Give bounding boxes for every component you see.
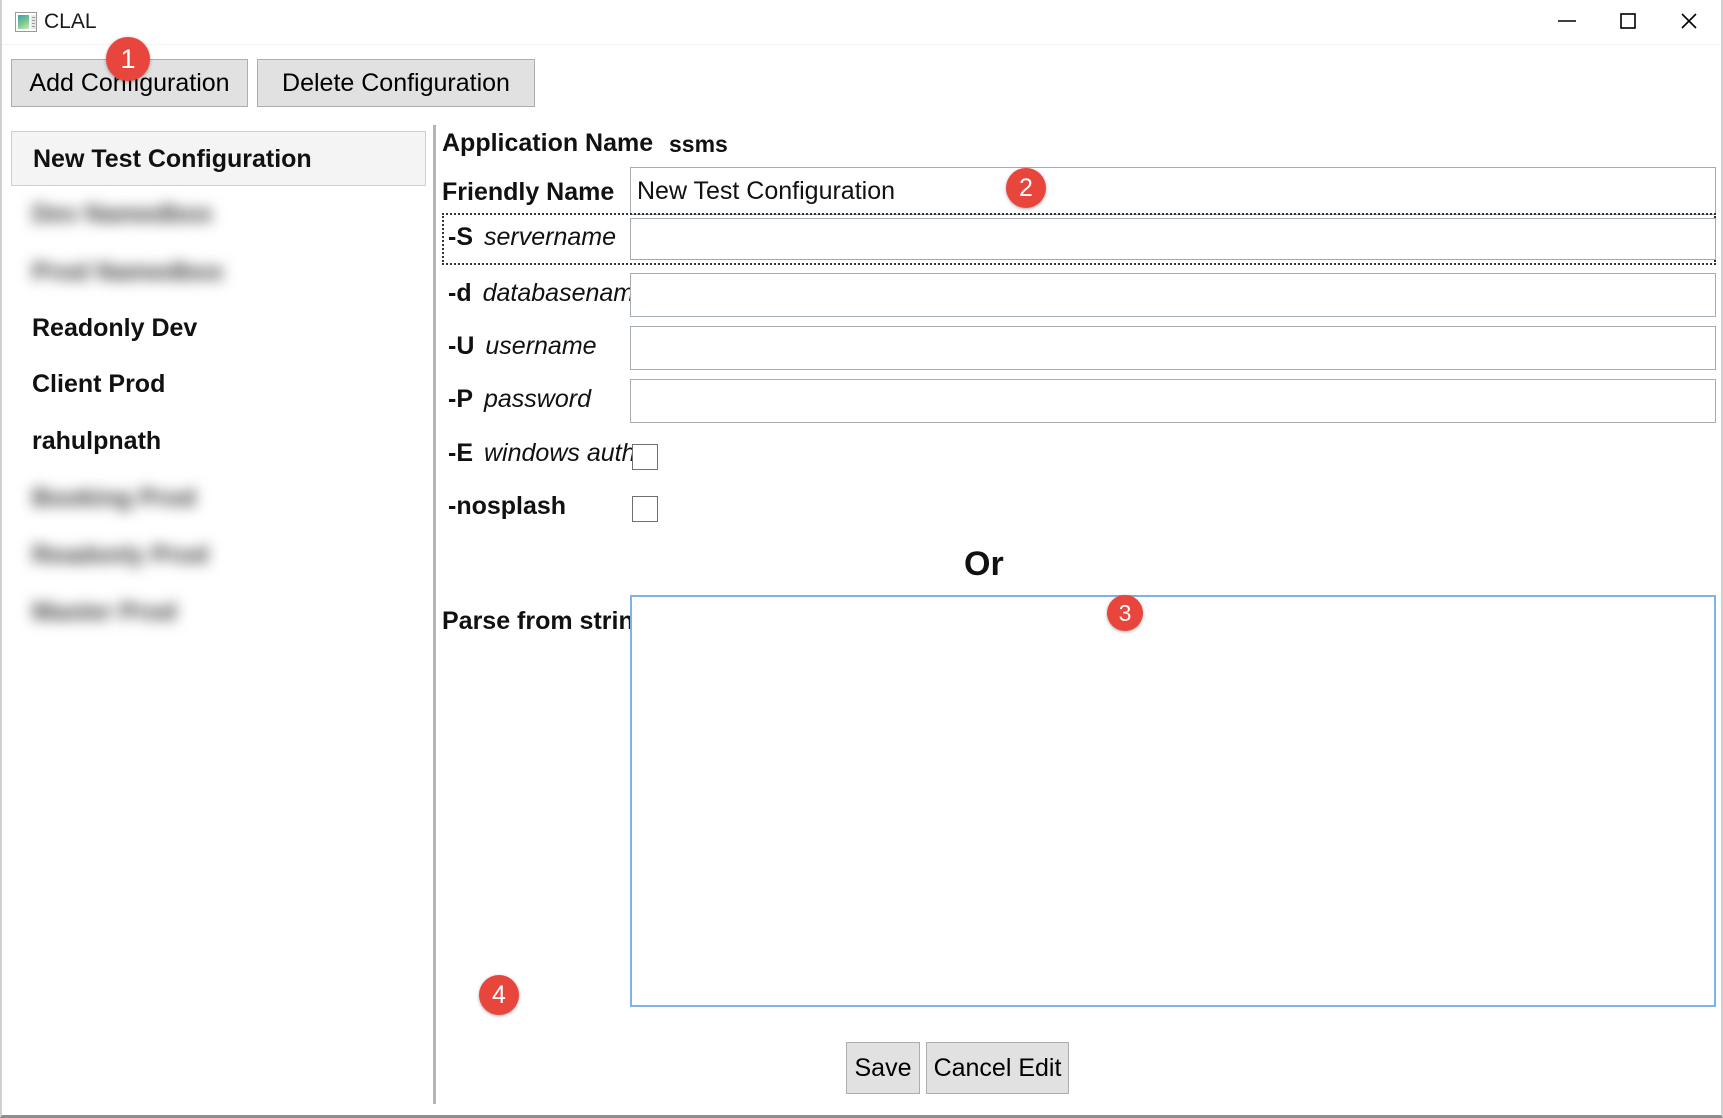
cancel-edit-button[interactable]: Cancel Edit xyxy=(926,1042,1069,1094)
password-flag: -P xyxy=(448,385,473,413)
title-bar: CLAL xyxy=(2,0,1721,45)
annotation-marker-2: 2 xyxy=(1006,168,1046,208)
servername-input[interactable] xyxy=(630,218,1716,260)
servername-label: -S servername xyxy=(448,222,616,252)
parse-from-string-label: Parse from string xyxy=(442,607,650,635)
annotation-marker-4: 4 xyxy=(479,975,519,1015)
databasename-arg: databasename xyxy=(482,279,649,307)
friendly-name-input[interactable] xyxy=(630,167,1716,215)
annotation-marker-1: 1 xyxy=(106,37,150,81)
sidebar-item[interactable]: Prod Namedbox xyxy=(11,252,426,292)
sidebar-item-selected[interactable]: New Test Configuration xyxy=(11,131,426,186)
windows-auth-label: -E windows auth xyxy=(448,438,635,468)
minimize-icon[interactable] xyxy=(1536,0,1597,42)
maximize-icon[interactable] xyxy=(1597,0,1658,42)
application-window: CLAL Add Configuration Delete Configurat… xyxy=(0,0,1723,1118)
close-icon[interactable] xyxy=(1658,0,1719,42)
username-input[interactable] xyxy=(630,326,1716,370)
nosplash-checkbox[interactable] xyxy=(632,496,658,522)
nosplash-label: -nosplash xyxy=(448,492,567,520)
sidebar-item[interactable]: Master Prod xyxy=(11,592,426,632)
application-name-value: ssms xyxy=(669,131,728,157)
windows-auth-arg: windows auth xyxy=(484,439,636,467)
servername-flag: -S xyxy=(448,223,473,251)
or-separator-label: Or xyxy=(964,545,1004,583)
windows-auth-flag: -E xyxy=(448,439,473,467)
sidebar-item[interactable]: rahulpnath xyxy=(11,421,426,461)
application-name-label: Application Name xyxy=(442,129,654,157)
annotation-marker-3: 3 xyxy=(1107,595,1143,631)
configuration-form: Application Name ssms Friendly Name -S se… xyxy=(442,125,1717,1105)
sidebar-item[interactable]: Client Prod xyxy=(11,364,426,404)
configuration-list[interactable]: New Test Configuration Dev Namedbox Prod N… xyxy=(11,131,428,1101)
save-button[interactable]: Save xyxy=(846,1042,920,1094)
password-input[interactable] xyxy=(630,379,1716,423)
delete-configuration-button[interactable]: Delete Configuration xyxy=(257,59,535,107)
databasename-input[interactable] xyxy=(630,273,1716,317)
username-arg: username xyxy=(485,332,597,360)
username-flag: -U xyxy=(448,332,475,360)
parse-from-string-textarea[interactable] xyxy=(630,595,1716,1007)
sidebar-item[interactable]: Dev Namedbox xyxy=(11,194,426,234)
pane-divider xyxy=(433,125,436,1104)
password-arg: password xyxy=(484,385,591,413)
window-title: CLAL xyxy=(44,10,97,33)
servername-arg: servername xyxy=(484,223,616,251)
password-label: -P password xyxy=(448,384,591,414)
sidebar-item[interactable]: Booking Prod xyxy=(11,478,426,518)
sidebar-item[interactable]: Readonly Dev xyxy=(11,308,426,348)
sidebar-item[interactable]: Readonly Prod xyxy=(11,535,426,575)
username-label: -U username xyxy=(448,331,597,361)
databasename-flag: -d xyxy=(448,279,472,307)
app-window-icon xyxy=(15,12,37,32)
windows-auth-checkbox[interactable] xyxy=(632,444,658,470)
databasename-label: -d databasename xyxy=(448,278,648,308)
friendly-name-label: Friendly Name xyxy=(442,178,615,206)
